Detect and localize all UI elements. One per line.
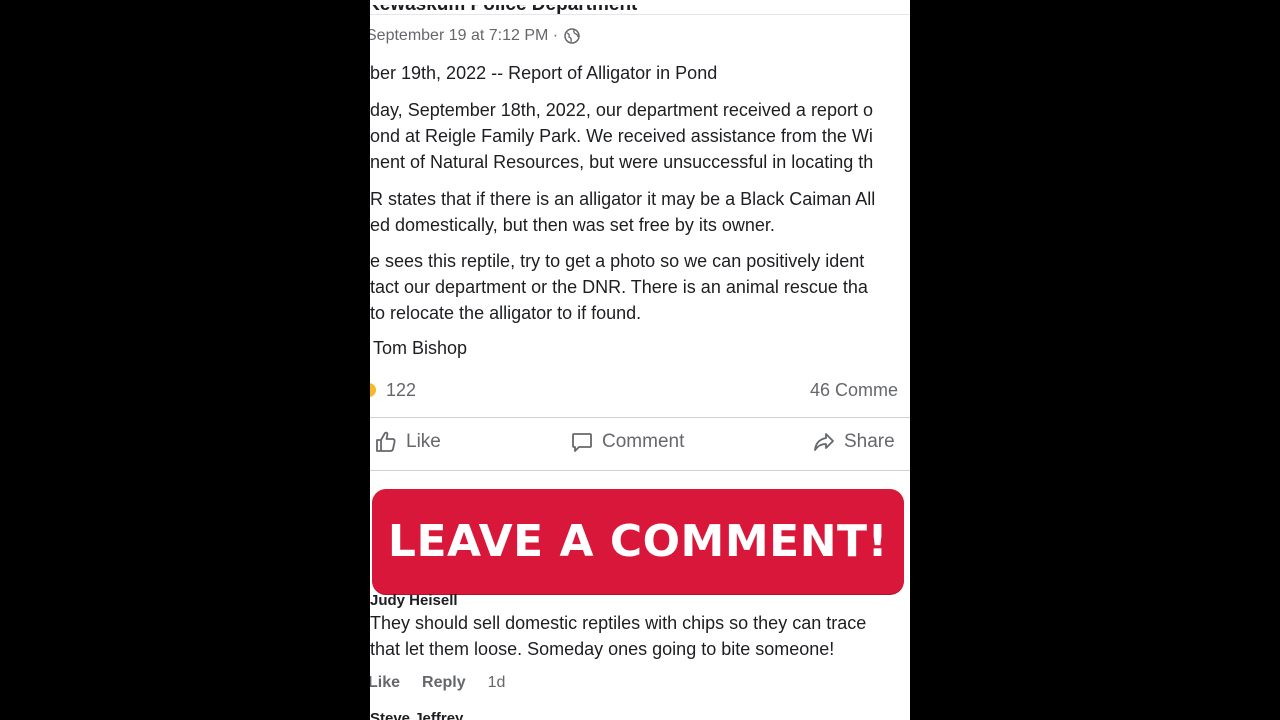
comment-line: They should sell domestic reptiles with …	[370, 613, 867, 633]
comment-button[interactable]: Comment	[570, 430, 684, 454]
speech-bubble-icon	[570, 430, 594, 454]
comments-count[interactable]: 46 Comme	[810, 380, 898, 401]
post-paragraph-2: R states that if there is an alligator i…	[370, 186, 875, 238]
reaction-emoji-icon[interactable]	[370, 383, 376, 397]
post-meta: September 19 at 7:12 PM ·	[370, 27, 580, 45]
banner-text: LEAVE A COMMENT!	[387, 516, 889, 567]
comment-label: Comment	[602, 431, 685, 452]
post-line: nent of Natural Resources, but were unsu…	[370, 152, 874, 172]
post-paragraph-3: e sees this reptile, try to get a photo …	[370, 248, 868, 326]
thumbs-up-icon	[374, 430, 398, 454]
post-timestamp[interactable]: September 19 at 7:12 PM ·	[370, 27, 558, 45]
post-line: day, September 18th, 2022, our departmen…	[370, 100, 873, 120]
next-comment-author[interactable]: Steve Jeffrey	[370, 710, 463, 720]
comment-author-name: Judy Heisell	[370, 592, 458, 608]
post-line: to relocate the alligator to if found.	[370, 303, 642, 323]
share-label: Share	[844, 431, 895, 452]
post-line: ond at Reigle Family Park. We received a…	[370, 126, 873, 146]
post-line: ed domestically, but then was set free b…	[370, 215, 775, 235]
reactions-bar: 122 46 Comme	[370, 378, 910, 404]
comment-text: They should sell domestic reptiles with …	[370, 610, 866, 662]
post-title: ber 19th, 2022 -- Report of Alligator in…	[370, 63, 718, 83]
comment-actions: Like Reply 1d	[370, 674, 505, 692]
post-paragraph-1: day, September 18th, 2022, our departmen…	[370, 97, 873, 175]
comment-like-link[interactable]: Like	[370, 674, 400, 692]
comment-author[interactable]: Judy Heisell	[370, 589, 458, 608]
post-line: R states that if there is an alligator i…	[370, 189, 876, 209]
reactions-count[interactable]: 122	[386, 380, 416, 401]
divider	[370, 417, 910, 418]
comment-time[interactable]: 1d	[488, 674, 506, 692]
globe-icon	[564, 28, 580, 44]
post-actions: Like Comment Share	[370, 424, 910, 468]
post-screenshot: Kewaskum Police Department September 19 …	[370, 0, 910, 720]
leave-comment-banner: LEAVE A COMMENT!	[372, 489, 904, 594]
comment-line: that let them loose. Someday ones going …	[370, 639, 835, 659]
post-line: tact our department or the DNR. There is…	[370, 277, 868, 297]
post-signoff: Tom Bishop	[373, 338, 468, 358]
share-arrow-icon	[812, 430, 836, 454]
divider	[370, 470, 910, 471]
like-label: Like	[406, 431, 441, 452]
comment-reply-link[interactable]: Reply	[422, 674, 466, 692]
share-button[interactable]: Share	[812, 430, 895, 454]
post-line: e sees this reptile, try to get a photo …	[370, 251, 865, 271]
like-button[interactable]: Like	[374, 430, 441, 454]
